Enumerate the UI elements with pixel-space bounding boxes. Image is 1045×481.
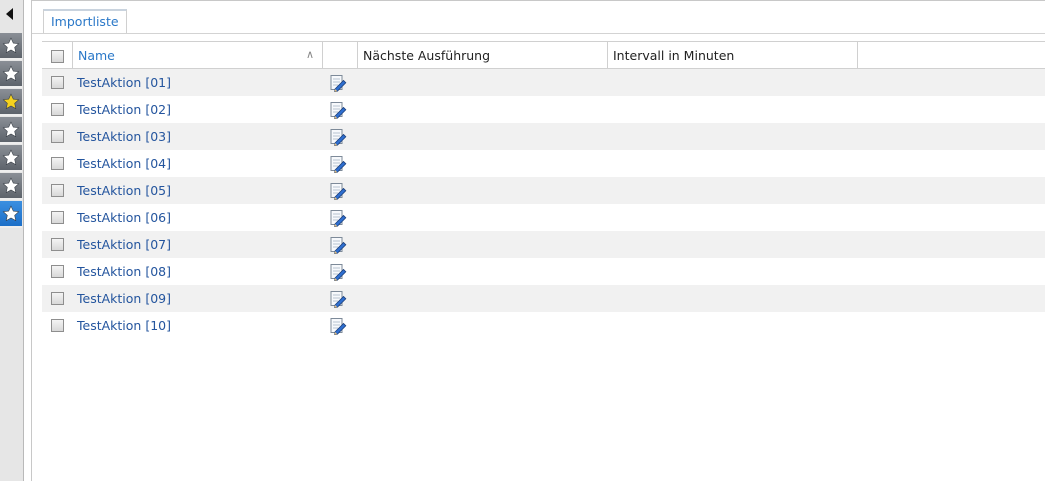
favorite-button-6[interactable] [0,173,22,200]
row-checkbox[interactable] [51,130,64,143]
main-panel: Importliste Name ∧ Nächste Ausführung In… [31,0,1045,481]
row-name-link[interactable]: TestAktion [06] [77,204,171,232]
row-checkbox[interactable] [51,211,64,224]
favorite-button-4[interactable] [0,117,22,144]
edit-icon[interactable] [329,155,347,173]
table-row[interactable]: TestAktion [07] [42,231,1045,258]
favorite-button-7[interactable] [0,201,22,228]
left-rail [0,0,24,481]
row-checkbox[interactable] [51,184,64,197]
star-white-icon [2,176,20,195]
table-row[interactable]: TestAktion [01] [42,69,1045,96]
collapse-arrow-icon[interactable] [6,8,13,20]
edit-icon[interactable] [329,74,347,92]
edit-icon[interactable] [329,317,347,335]
tab-strip: Importliste [32,1,1045,34]
row-checkbox[interactable] [51,76,64,89]
edit-icon[interactable] [329,236,347,254]
column-header-name-label: Name [78,48,115,63]
favorite-button-2[interactable] [0,61,22,88]
row-checkbox[interactable] [51,265,64,278]
grid-body: TestAktion [01] TestAktion [02] TestAktion… [42,69,1045,339]
star-white-icon [2,64,20,83]
star-white-icon [2,148,20,167]
row-checkbox[interactable] [51,238,64,251]
star-white-icon [2,120,20,139]
table-row[interactable]: TestAktion [04] [42,150,1045,177]
edit-icon[interactable] [329,182,347,200]
column-header-interval[interactable]: Intervall in Minuten [608,42,858,68]
header-select-cell [42,42,73,68]
star-yellow-icon [2,92,20,111]
tab-importliste[interactable]: Importliste [43,9,127,34]
select-all-checkbox[interactable] [51,50,64,63]
row-name-link[interactable]: TestAktion [05] [77,177,171,205]
row-name-link[interactable]: TestAktion [02] [77,96,171,124]
table-row[interactable]: TestAktion [02] [42,96,1045,123]
column-header-edit [323,42,358,68]
grid-header: Name ∧ Nächste Ausführung Intervall in M… [42,41,1045,69]
table-row[interactable]: TestAktion [05] [42,177,1045,204]
row-name-link[interactable]: TestAktion [07] [77,231,171,259]
row-name-link[interactable]: TestAktion [03] [77,123,171,151]
edit-icon[interactable] [329,263,347,281]
edit-icon[interactable] [329,290,347,308]
favorite-button-3[interactable] [0,89,22,116]
table-row[interactable]: TestAktion [06] [42,204,1045,231]
row-name-link[interactable]: TestAktion [04] [77,150,171,178]
column-header-next-run-label: Nächste Ausführung [363,48,491,63]
row-checkbox[interactable] [51,157,64,170]
column-header-interval-label: Intervall in Minuten [613,48,735,63]
table-row[interactable]: TestAktion [10] [42,312,1045,339]
row-checkbox[interactable] [51,103,64,116]
star-white-icon [2,204,20,223]
row-name-link[interactable]: TestAktion [08] [77,258,171,286]
column-header-next-run[interactable]: Nächste Ausführung [358,42,608,68]
row-name-link[interactable]: TestAktion [10] [77,312,171,340]
edit-icon[interactable] [329,209,347,227]
favorite-button-1[interactable] [0,33,22,60]
table-row[interactable]: TestAktion [09] [42,285,1045,312]
tab-divider [32,33,1045,34]
edit-icon[interactable] [329,101,347,119]
row-checkbox[interactable] [51,292,64,305]
sort-ascending-icon: ∧ [305,48,314,61]
edit-icon[interactable] [329,128,347,146]
import-grid: Name ∧ Nächste Ausführung Intervall in M… [42,41,1045,339]
table-row[interactable]: TestAktion [08] [42,258,1045,285]
star-white-icon [2,36,20,55]
favorite-button-5[interactable] [0,145,22,172]
row-name-link[interactable]: TestAktion [09] [77,285,171,313]
row-name-link[interactable]: TestAktion [01] [77,69,171,97]
row-checkbox[interactable] [51,319,64,332]
column-header-name[interactable]: Name ∧ [73,42,323,68]
table-row[interactable]: TestAktion [03] [42,123,1045,150]
